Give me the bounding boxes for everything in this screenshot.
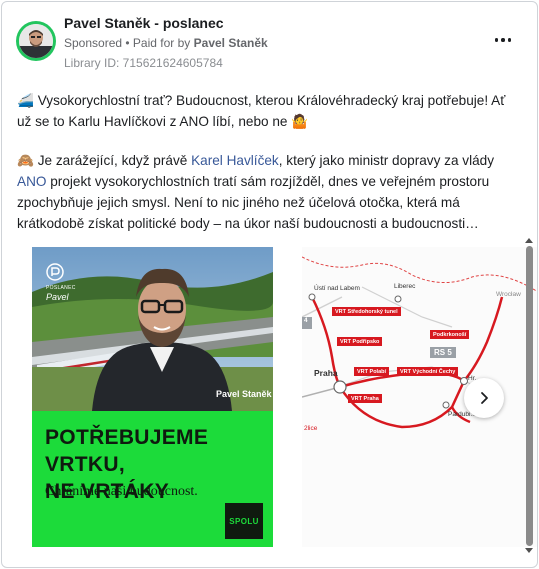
sponsored-line: Sponsored • Paid for by Pavel Staněk <box>64 36 268 50</box>
scroll-down-arrow-icon[interactable] <box>525 548 533 553</box>
subslogan: Chráníme naši budoucnost. <box>45 484 198 499</box>
map-city-usti: Ústí nad Labem <box>314 285 360 292</box>
post-text: 🚄 Vysokorychlostní trať? Budoucnost, kte… <box>17 90 517 252</box>
person-name-label: Pavel Staněk <box>216 389 272 399</box>
chevron-right-icon <box>481 392 488 404</box>
campaign-photo: POSLANEC Pavel Pavel Staněk <box>32 247 273 411</box>
logo-pavel-text: Pavel <box>46 292 69 302</box>
avatar-image <box>19 24 53 58</box>
map-tag-podripsko: VRT Podřipsko <box>337 337 383 346</box>
paid-for-prefix: • Paid for by <box>125 36 191 50</box>
more-options-button[interactable] <box>491 32 515 48</box>
spolu-logo: SPOLU <box>225 503 263 539</box>
avatar[interactable] <box>16 21 56 61</box>
map-tag-podkrkonosi: Podkrkonoší <box>430 330 470 339</box>
map-city-praha: Praha <box>314 368 338 378</box>
mention-link-ano[interactable]: ANO <box>17 174 46 189</box>
map-tag-polabi: VRT Polabí <box>354 367 390 376</box>
map-tag-vychodni-cechy: VRT Východní Čechy <box>397 367 459 376</box>
paragraph-2-text-b: , který jako ministr dopravy za vlády <box>278 153 495 168</box>
paid-for-name[interactable]: Pavel Staněk <box>194 36 268 50</box>
map-city-liberec: Liberec <box>394 283 416 290</box>
page-name[interactable]: Pavel Staněk - poslanec <box>64 15 224 31</box>
map-tag-stredohorsky: VRT Středohorský tunel <box>332 307 401 316</box>
map-road-number: 4 <box>304 317 308 324</box>
carousel-next-button[interactable] <box>464 378 504 418</box>
scrollbar[interactable] <box>524 238 534 558</box>
library-id: Library ID: 715621624605784 <box>64 56 223 70</box>
post-paragraph-2: 🙈 Je zarážející, když právě Karel Havlíč… <box>17 150 517 234</box>
more-horizontal-icon <box>494 38 499 42</box>
scroll-thumb[interactable] <box>526 246 533 546</box>
slogan-panel: POTŘEBUJEME VRTKU, NE VRTÁKY Chráníme na… <box>32 411 273 547</box>
mention-link-karel-havlicek[interactable]: Karel Havlíček <box>191 153 279 168</box>
monkey-emoji-icon: 🙈 <box>17 153 34 168</box>
carousel-card-1[interactable]: POSLANEC Pavel Pavel Staněk POTŘEBUJEME … <box>32 247 273 547</box>
paragraph-2-text-a: Je zarážející, když právě <box>37 153 188 168</box>
map-tag-praha: VRT Praha <box>348 394 382 403</box>
poslanec-logo-icon <box>46 263 64 281</box>
slogan-line-1: POTŘEBUJEME VRTKU, <box>45 426 209 476</box>
sponsored-label: Sponsored <box>64 36 123 50</box>
shrug-emoji-icon: 🤷 <box>291 114 309 129</box>
paragraph-2-text-c: projekt vysokorychlostních tratí sám roz… <box>17 174 490 231</box>
ad-card: Pavel Staněk - poslanec Sponsored • Paid… <box>1 1 538 568</box>
logo-poslanec-text: POSLANEC <box>46 285 76 291</box>
train-emoji-icon: 🚄 <box>17 93 34 108</box>
map-tag-rs5: RS 5 <box>430 347 456 358</box>
media-carousel: POSLANEC Pavel Pavel Staněk POTŘEBUJEME … <box>2 247 537 547</box>
post-paragraph-1: 🚄 Vysokorychlostní trať? Budoucnost, kte… <box>17 90 517 132</box>
more-dot <box>507 38 512 42</box>
map-city-wroclaw: Wrocław <box>496 291 521 298</box>
paragraph-1-text: Vysokorychlostní trať? Budoucnost, ktero… <box>17 93 506 129</box>
scroll-up-arrow-icon[interactable] <box>525 238 533 243</box>
map-edge-label: 2lice <box>304 425 318 432</box>
post-header: Pavel Staněk - poslanec Sponsored • Paid… <box>2 2 537 78</box>
more-dot <box>501 38 505 42</box>
